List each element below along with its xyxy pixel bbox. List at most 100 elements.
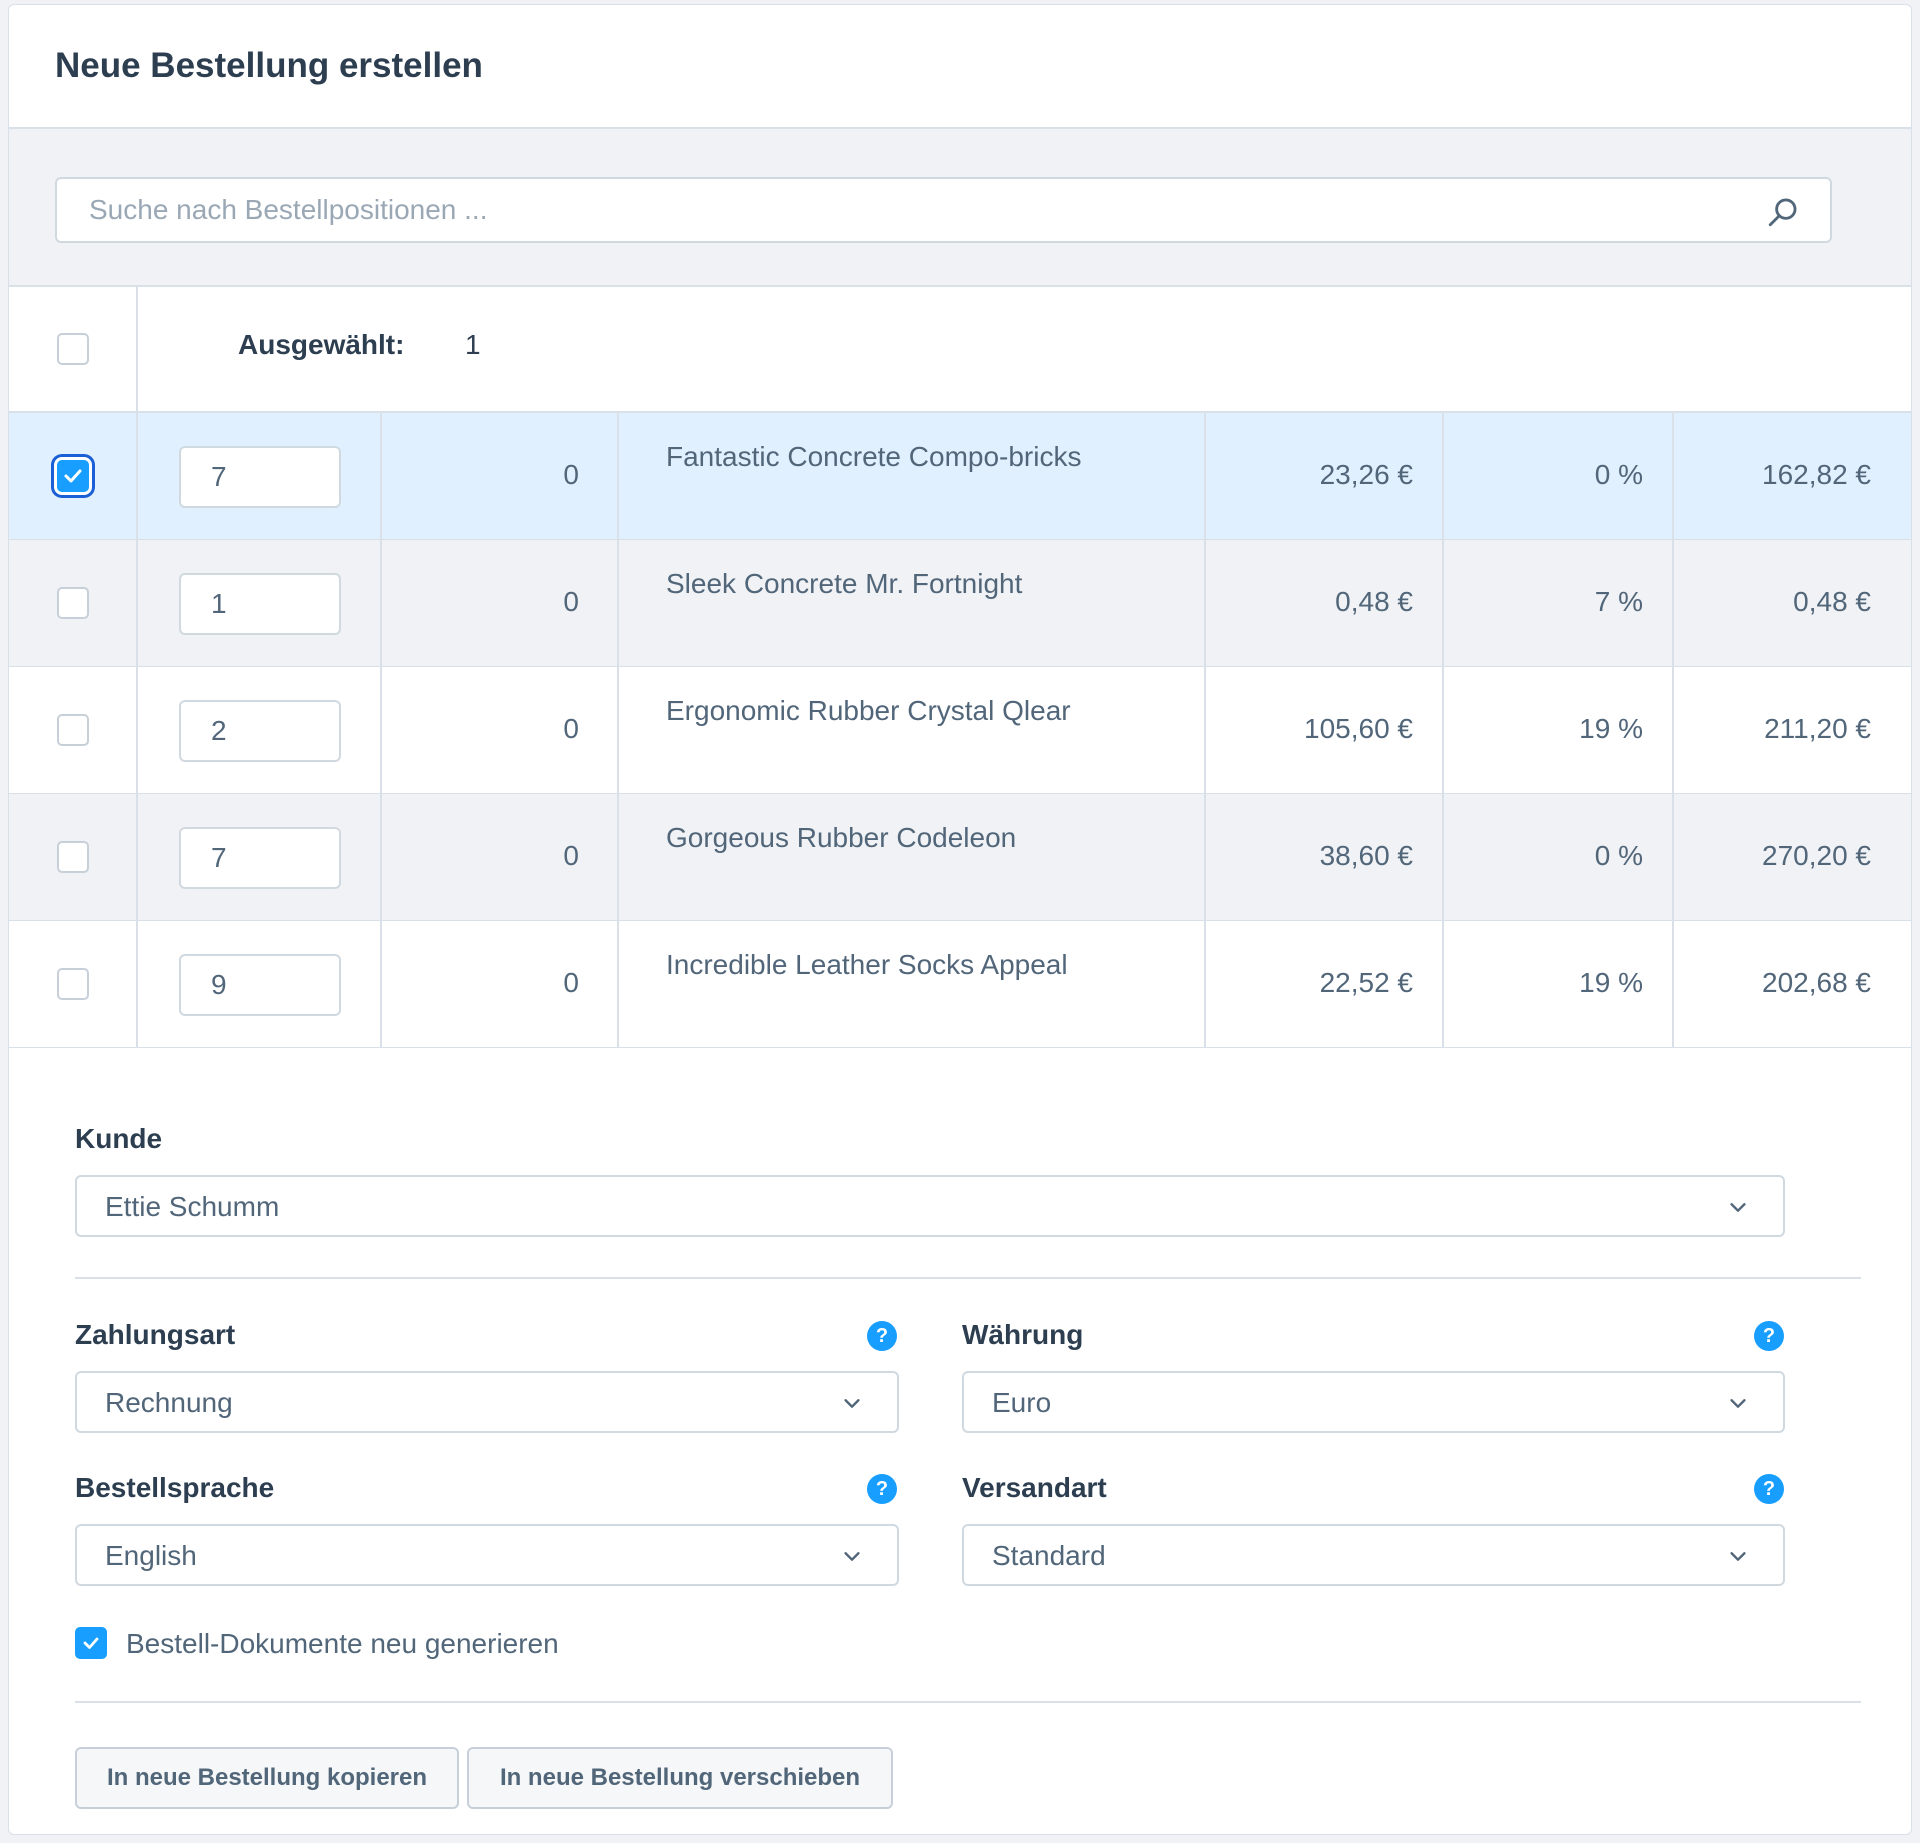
column-divider: [617, 794, 619, 920]
cell-tax-rate: 19 %: [1579, 967, 1643, 998]
column-divider: [380, 667, 382, 793]
language-label: Bestellsprache: [75, 1472, 275, 1503]
row-select-checkbox[interactable]: [57, 841, 89, 873]
copy-to-new-order-button[interactable]: In neue Bestellung kopieren: [75, 1747, 459, 1809]
column-divider: [136, 667, 138, 793]
row-select-checkbox[interactable]: [57, 587, 89, 619]
form-divider: [75, 1701, 1861, 1703]
language-value: English: [105, 1540, 197, 1571]
column-divider: [1672, 540, 1674, 666]
column-divider: [1204, 667, 1206, 793]
payment-select[interactable]: Rechnung: [75, 1371, 899, 1433]
chevron-down-icon: [1730, 1399, 1746, 1408]
table-row: 0 Ergonomic Rubber Crystal Qlear 105,60 € 1…: [9, 667, 1911, 794]
move-to-new-order-button[interactable]: In neue Bestellung verschieben: [467, 1747, 893, 1809]
column-divider: [617, 921, 619, 1047]
search-input[interactable]: [57, 179, 1757, 241]
grid-body: 0 Fantastic Concrete Compo-bricks 23,26 € 0…: [9, 413, 1911, 1048]
column-divider: [617, 540, 619, 666]
help-icon[interactable]: ?: [867, 1474, 897, 1504]
cell-product-name: Ergonomic Rubber Crystal Qlear: [666, 695, 1071, 726]
cell-quantity-secondary: 0: [563, 586, 579, 617]
create-order-card: Neue Bestellung erstellen Ausgewählt: 1 …: [8, 4, 1912, 1835]
quantity-input[interactable]: [179, 700, 341, 762]
cell-total-price: 0,48 €: [1793, 586, 1871, 617]
regenerate-documents-label: Bestell-Dokumente neu generieren: [126, 1628, 559, 1659]
customer-label: Kunde: [75, 1123, 163, 1154]
column-divider: [1204, 540, 1206, 666]
help-icon[interactable]: ?: [1754, 1321, 1784, 1351]
column-divider: [136, 794, 138, 920]
chevron-down-icon: [1730, 1552, 1746, 1561]
column-divider: [1442, 794, 1444, 920]
table-row: 0 Gorgeous Rubber Codeleon 38,60 € 0 % 270,2…: [9, 794, 1911, 921]
customer-select[interactable]: Ettie Schumm: [75, 1175, 1785, 1237]
column-divider: [1442, 667, 1444, 793]
column-divider: [1442, 540, 1444, 666]
column-divider: [1672, 413, 1674, 539]
quantity-input[interactable]: [179, 827, 341, 889]
grid-header-row: Ausgewählt: 1: [9, 287, 1911, 413]
payment-label: Zahlungsart: [75, 1319, 236, 1350]
search-field: [55, 177, 1832, 243]
column-divider: [136, 921, 138, 1047]
shipping-value: Standard: [992, 1540, 1106, 1571]
table-row: 0 Incredible Leather Socks Appeal 22,52 € 1…: [9, 921, 1911, 1048]
card-header: Neue Bestellung erstellen: [9, 5, 1911, 129]
cell-tax-rate: 19 %: [1579, 713, 1643, 744]
quantity-input[interactable]: [179, 573, 341, 635]
column-divider: [1204, 413, 1206, 539]
column-divider: [380, 413, 382, 539]
shipping-select[interactable]: Standard: [962, 1524, 1785, 1586]
table-row: 0 Fantastic Concrete Compo-bricks 23,26 € 0…: [9, 413, 1911, 540]
cell-product-name: Incredible Leather Socks Appeal: [666, 949, 1068, 980]
line-items-grid: Ausgewählt: 1 0 Fantastic Concrete Compo-…: [9, 287, 1911, 1048]
cell-quantity-secondary: 0: [563, 967, 579, 998]
column-divider: [380, 794, 382, 920]
page-title: Neue Bestellung erstellen: [55, 46, 483, 85]
cell-unit-price: 23,26 €: [1319, 459, 1413, 490]
help-icon[interactable]: ?: [1754, 1474, 1784, 1504]
cell-quantity-secondary: 0: [563, 459, 579, 490]
cell-quantity-secondary: 0: [563, 840, 579, 871]
row-select-checkbox[interactable]: [57, 460, 89, 492]
row-select-checkbox[interactable]: [57, 968, 89, 1000]
quantity-input[interactable]: [179, 446, 341, 508]
cell-unit-price: 0,48 €: [1335, 586, 1413, 617]
column-divider: [136, 413, 138, 539]
search-icon[interactable]: [1766, 195, 1800, 229]
quantity-input[interactable]: [179, 954, 341, 1016]
column-divider: [1672, 921, 1674, 1047]
column-divider: [380, 540, 382, 666]
cell-unit-price: 38,60 €: [1319, 840, 1413, 871]
regenerate-documents-checkbox[interactable]: [75, 1627, 107, 1659]
cell-product-name: Fantastic Concrete Compo-bricks: [666, 441, 1082, 472]
chevron-down-icon: [1730, 1203, 1746, 1212]
column-divider: [617, 667, 619, 793]
row-select-checkbox[interactable]: [57, 714, 89, 746]
language-select[interactable]: English: [75, 1524, 899, 1586]
select-all-checkbox[interactable]: [57, 333, 89, 365]
currency-label: Währung: [962, 1319, 1084, 1350]
cell-product-name: Gorgeous Rubber Codeleon: [666, 822, 1017, 853]
form-divider: [75, 1277, 1861, 1279]
cell-tax-rate: 0 %: [1594, 840, 1643, 871]
checkmark-icon: [83, 1637, 99, 1649]
currency-value: Euro: [992, 1387, 1052, 1418]
help-icon[interactable]: ?: [867, 1321, 897, 1351]
search-toolbar: [9, 129, 1911, 287]
cell-unit-price: 22,52 €: [1319, 967, 1413, 998]
customer-value: Ettie Schumm: [105, 1191, 280, 1222]
selected-count: 1: [465, 329, 481, 360]
currency-select[interactable]: Euro: [962, 1371, 1785, 1433]
cell-product-name: Sleek Concrete Mr. Fortnight: [666, 568, 1023, 599]
column-divider: [1204, 921, 1206, 1047]
column-divider: [1442, 921, 1444, 1047]
cell-total-price: 162,82 €: [1762, 459, 1871, 490]
column-divider: [380, 921, 382, 1047]
table-row: 0 Sleek Concrete Mr. Fortnight 0,48 € 7 % 0,…: [9, 540, 1911, 667]
cell-total-price: 270,20 €: [1762, 840, 1871, 871]
cell-tax-rate: 0 %: [1594, 459, 1643, 490]
cell-total-price: 211,20 €: [1764, 713, 1871, 744]
selected-label: Ausgewählt:: [238, 329, 405, 360]
